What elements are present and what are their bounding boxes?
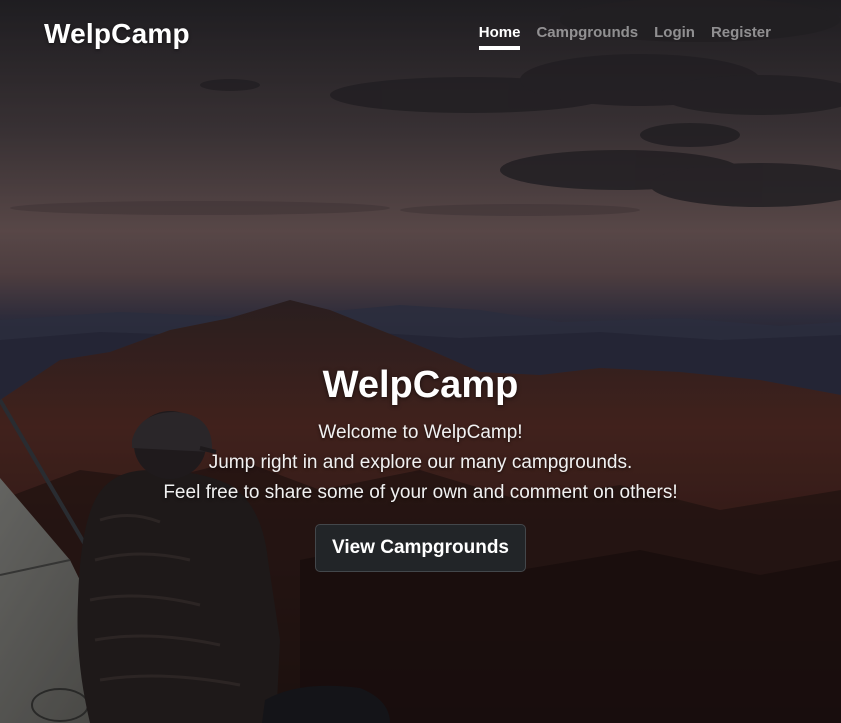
hero-title: WelpCamp (322, 364, 519, 406)
view-campgrounds-button[interactable]: View Campgrounds (314, 524, 526, 572)
hero-lead: Welcome to WelpCamp! Jump right in and e… (0, 418, 841, 508)
hero-line-welcome: Welcome to WelpCamp! (318, 422, 523, 443)
nav-link-home[interactable]: Home (478, 24, 521, 50)
brand-logo[interactable]: WelpCamp (44, 18, 190, 50)
hero-line-share: Feel free to share some of your own and … (163, 482, 678, 503)
nav-link-login[interactable]: Login (654, 24, 695, 50)
nav-links: Home Campgrounds Login Register (478, 24, 771, 50)
nav-link-register[interactable]: Register (711, 24, 771, 50)
hero-content: WelpCamp Welcome to WelpCamp! Jump right… (0, 360, 841, 572)
hero-line-explore: Jump right in and explore our many campg… (208, 452, 633, 473)
nav-link-campgrounds[interactable]: Campgrounds (536, 24, 638, 50)
top-navbar: WelpCamp Home Campgrounds Login Register (0, 0, 841, 70)
